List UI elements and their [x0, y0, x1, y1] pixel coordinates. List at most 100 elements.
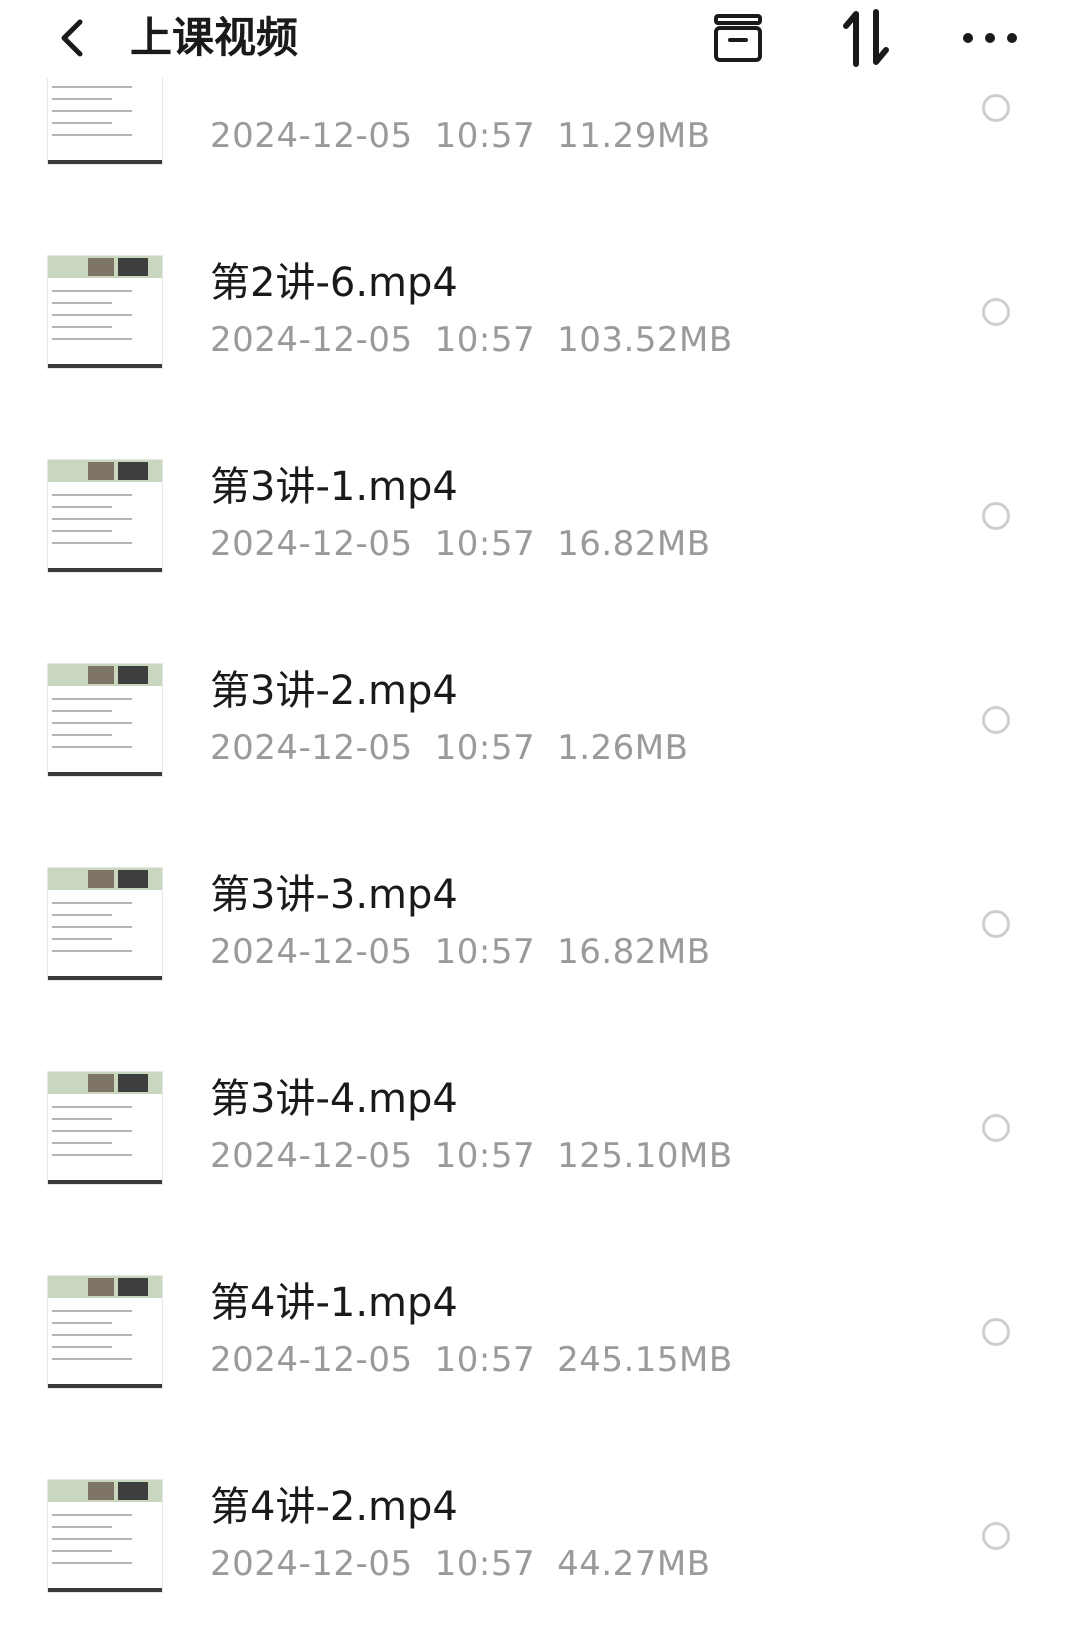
thumbnail-text-line: [52, 326, 112, 328]
thumbnail-dark-panel: [118, 1482, 148, 1500]
file-date: 2024-12-05: [210, 1340, 413, 1380]
file-meta: 2024-12-05 10:57 44.27MB: [210, 1544, 711, 1584]
thumbnail-banner: [48, 1480, 162, 1502]
file-size: 16.82MB: [557, 932, 711, 972]
file-size: 16.82MB: [557, 524, 711, 564]
video-thumbnail: [48, 868, 162, 980]
thumbnail-text-line: [52, 938, 112, 940]
archive-button[interactable]: [706, 6, 770, 70]
file-name: 第3讲-2.mp4: [210, 668, 458, 714]
file-meta: 2024-12-05 10:57 245.15MB: [210, 1340, 733, 1380]
thumbnail-banner: [48, 868, 162, 890]
thumbnail-text-line: [52, 1562, 132, 1564]
video-thumbnail: [48, 1480, 162, 1592]
file-name: 第2讲-6.mp4: [210, 260, 458, 306]
file-row[interactable]: 第4讲-1.mp4 2024-12-05 10:57 245.15MB: [0, 1174, 1074, 1388]
thumbnail-presenter: [88, 1278, 114, 1296]
file-name: 第4讲-1.mp4: [210, 1280, 458, 1326]
archive-icon: [714, 14, 762, 62]
video-thumbnail: [48, 256, 162, 368]
thumbnail-dark-panel: [118, 1074, 148, 1092]
file-time: 10:57: [434, 116, 536, 156]
thumbnail-text-line: [52, 290, 132, 292]
chevron-left-icon: [61, 19, 83, 57]
thumbnail-presenter: [88, 462, 114, 480]
thumbnail-banner: [48, 460, 162, 482]
file-row[interactable]: 第3讲-2.mp4 2024-12-05 10:57 1.26MB: [0, 562, 1074, 776]
thumbnail-text-line: [52, 1334, 132, 1336]
file-size: 245.15MB: [557, 1340, 733, 1380]
select-radio[interactable]: [982, 1522, 1010, 1550]
file-name: 第3讲-3.mp4: [210, 872, 458, 918]
thumbnail-banner: [48, 664, 162, 686]
thumbnail-text-line: [52, 710, 112, 712]
thumbnail-text-line: [52, 1106, 132, 1108]
file-meta: 2024-12-05 10:57 16.82MB: [210, 524, 711, 564]
file-size: 44.27MB: [557, 1544, 711, 1584]
file-list-page: 上课视频 2024-12-05 10:57 11.29MB 第2讲-6.mp4 2024…: [0, 0, 1074, 1644]
file-row[interactable]: 第3讲-3.mp4 2024-12-05 10:57 16.82MB: [0, 766, 1074, 980]
file-time: 10:57: [434, 1340, 536, 1380]
thumbnail-presenter: [88, 258, 114, 276]
thumbnail-dark-panel: [118, 870, 148, 888]
thumbnail-text-line: [52, 1514, 132, 1516]
file-date: 2024-12-05: [210, 320, 413, 360]
file-row[interactable]: 第3讲-1.mp4 2024-12-05 10:57 16.82MB: [0, 358, 1074, 572]
file-date: 2024-12-05: [210, 116, 413, 156]
thumbnail-text-line: [52, 1346, 112, 1348]
file-meta: 2024-12-05 10:57 103.52MB: [210, 320, 733, 360]
thumbnail-text-line: [52, 134, 132, 136]
thumbnail-text-line: [52, 926, 132, 928]
thumbnail-text-line: [52, 1310, 132, 1312]
thumbnail-text-line: [52, 914, 112, 916]
file-meta: 2024-12-05 10:57 11.29MB: [210, 116, 711, 156]
file-time: 10:57: [434, 932, 536, 972]
thumbnail-presenter: [88, 666, 114, 684]
page-title: 上课视频: [130, 13, 299, 62]
thumbnail-text-line: [52, 722, 132, 724]
file-time: 10:57: [434, 320, 536, 360]
thumbnail-dark-panel: [118, 462, 148, 480]
back-button[interactable]: [44, 8, 100, 68]
file-time: 10:57: [434, 524, 536, 564]
select-radio[interactable]: [982, 94, 1010, 122]
thumbnail-text-line: [52, 98, 112, 100]
select-radio[interactable]: [982, 502, 1010, 530]
thumbnail-text-line: [52, 314, 132, 316]
select-radio[interactable]: [982, 910, 1010, 938]
file-size: 11.29MB: [557, 116, 711, 156]
thumbnail-text-line: [52, 698, 132, 700]
thumbnail-dark-panel: [118, 258, 148, 276]
thumbnail-text-line: [52, 530, 112, 532]
thumbnail-text-line: [52, 110, 132, 112]
file-row[interactable]: 第2讲-6.mp4 2024-12-05 10:57 103.52MB: [0, 154, 1074, 368]
thumbnail-text-line: [52, 86, 132, 88]
thumbnail-text-line: [52, 1322, 112, 1324]
thumbnail-text-line: [52, 122, 112, 124]
thumbnail-text-line: [52, 506, 112, 508]
thumbnail-text-line: [52, 338, 132, 340]
select-radio[interactable]: [982, 298, 1010, 326]
video-thumbnail: [48, 664, 162, 776]
video-thumbnail: [48, 1276, 162, 1388]
thumbnail-text-line: [52, 1358, 132, 1360]
more-button[interactable]: [958, 6, 1022, 70]
sort-button[interactable]: [834, 6, 898, 70]
file-size: 125.10MB: [557, 1136, 733, 1176]
file-name: 第3讲-4.mp4: [210, 1076, 458, 1122]
thumbnail-text-line: [52, 542, 132, 544]
select-radio[interactable]: [982, 1318, 1010, 1346]
thumbnail-bottom-bar: [48, 1588, 162, 1592]
thumbnail-text-line: [52, 950, 132, 952]
file-row[interactable]: 第3讲-4.mp4 2024-12-05 10:57 125.10MB: [0, 970, 1074, 1184]
thumbnail-text-line: [52, 1130, 132, 1132]
file-time: 10:57: [434, 1544, 536, 1584]
select-radio[interactable]: [982, 706, 1010, 734]
video-thumbnail: [48, 460, 162, 572]
file-date: 2024-12-05: [210, 524, 413, 564]
thumbnail-text-line: [52, 1538, 132, 1540]
select-radio[interactable]: [982, 1114, 1010, 1142]
file-row[interactable]: 第4讲-2.mp4 2024-12-05 10:57 44.27MB: [0, 1378, 1074, 1592]
file-date: 2024-12-05: [210, 1136, 413, 1176]
thumbnail-text-line: [52, 746, 132, 748]
